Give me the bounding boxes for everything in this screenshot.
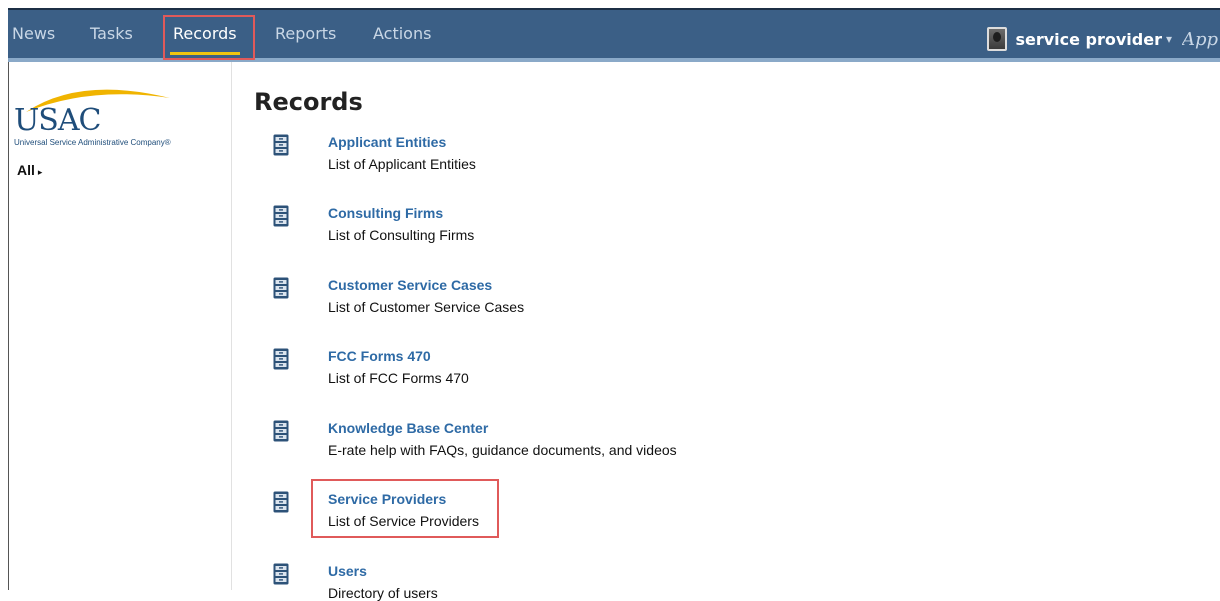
chevron-right-icon: ▸ — [37, 167, 43, 177]
user-menu[interactable]: service provider ▾ App — [987, 21, 1220, 57]
record-description: List of FCC Forms 470 — [328, 370, 469, 386]
record-description: Directory of users — [328, 585, 438, 601]
service-providers-highlight-box — [311, 479, 499, 538]
file-cabinet-icon — [273, 348, 289, 370]
all-filter[interactable]: All ▸ — [17, 162, 42, 178]
file-cabinet-icon — [273, 563, 289, 585]
record-link[interactable]: Consulting Firms — [328, 205, 443, 221]
chevron-down-icon: ▾ — [1165, 32, 1172, 46]
record-link[interactable]: Applicant Entities — [328, 134, 446, 150]
record-description: List of Customer Service Cases — [328, 299, 525, 315]
file-cabinet-icon — [273, 277, 289, 299]
active-tab-underline — [170, 52, 240, 55]
logo-wordmark: USAC — [14, 103, 101, 138]
nav-records[interactable]: Records — [173, 24, 237, 43]
page-title: Records — [254, 88, 363, 116]
file-cabinet-icon — [273, 205, 289, 227]
topbar-bottom-line — [8, 58, 1220, 62]
record-description: E-rate help with FAQs, guidance document… — [328, 442, 677, 458]
record-description: List of Applicant Entities — [328, 156, 476, 172]
record-link[interactable]: Knowledge Base Center — [328, 420, 488, 436]
file-cabinet-icon — [273, 134, 289, 156]
nav-tasks[interactable]: Tasks — [90, 24, 133, 43]
record-description: List of Service Providers — [328, 513, 479, 529]
all-filter-label: All — [17, 162, 35, 178]
nav-news[interactable]: News — [12, 24, 55, 43]
record-description: List of Consulting Firms — [328, 227, 475, 243]
sidebar-divider — [231, 62, 232, 590]
window-top-edge — [0, 0, 1220, 8]
file-cabinet-icon — [273, 491, 289, 513]
app-label: App — [1182, 28, 1219, 50]
user-name: service provider — [1015, 29, 1162, 49]
record-link[interactable]: FCC Forms 470 — [328, 348, 431, 364]
left-window-border — [8, 62, 9, 590]
file-cabinet-icon — [273, 420, 289, 442]
record-link[interactable]: Service Providers — [328, 491, 446, 507]
record-link[interactable]: Users — [328, 563, 367, 579]
nav-actions[interactable]: Actions — [373, 24, 431, 43]
usac-logo: USAC Universal Service Administrative Co… — [14, 82, 224, 147]
logo-subtext: Universal Service Administrative Company… — [14, 138, 171, 147]
avatar-icon — [987, 27, 1008, 51]
record-link[interactable]: Customer Service Cases — [328, 277, 492, 293]
nav-reports[interactable]: Reports — [275, 24, 336, 43]
